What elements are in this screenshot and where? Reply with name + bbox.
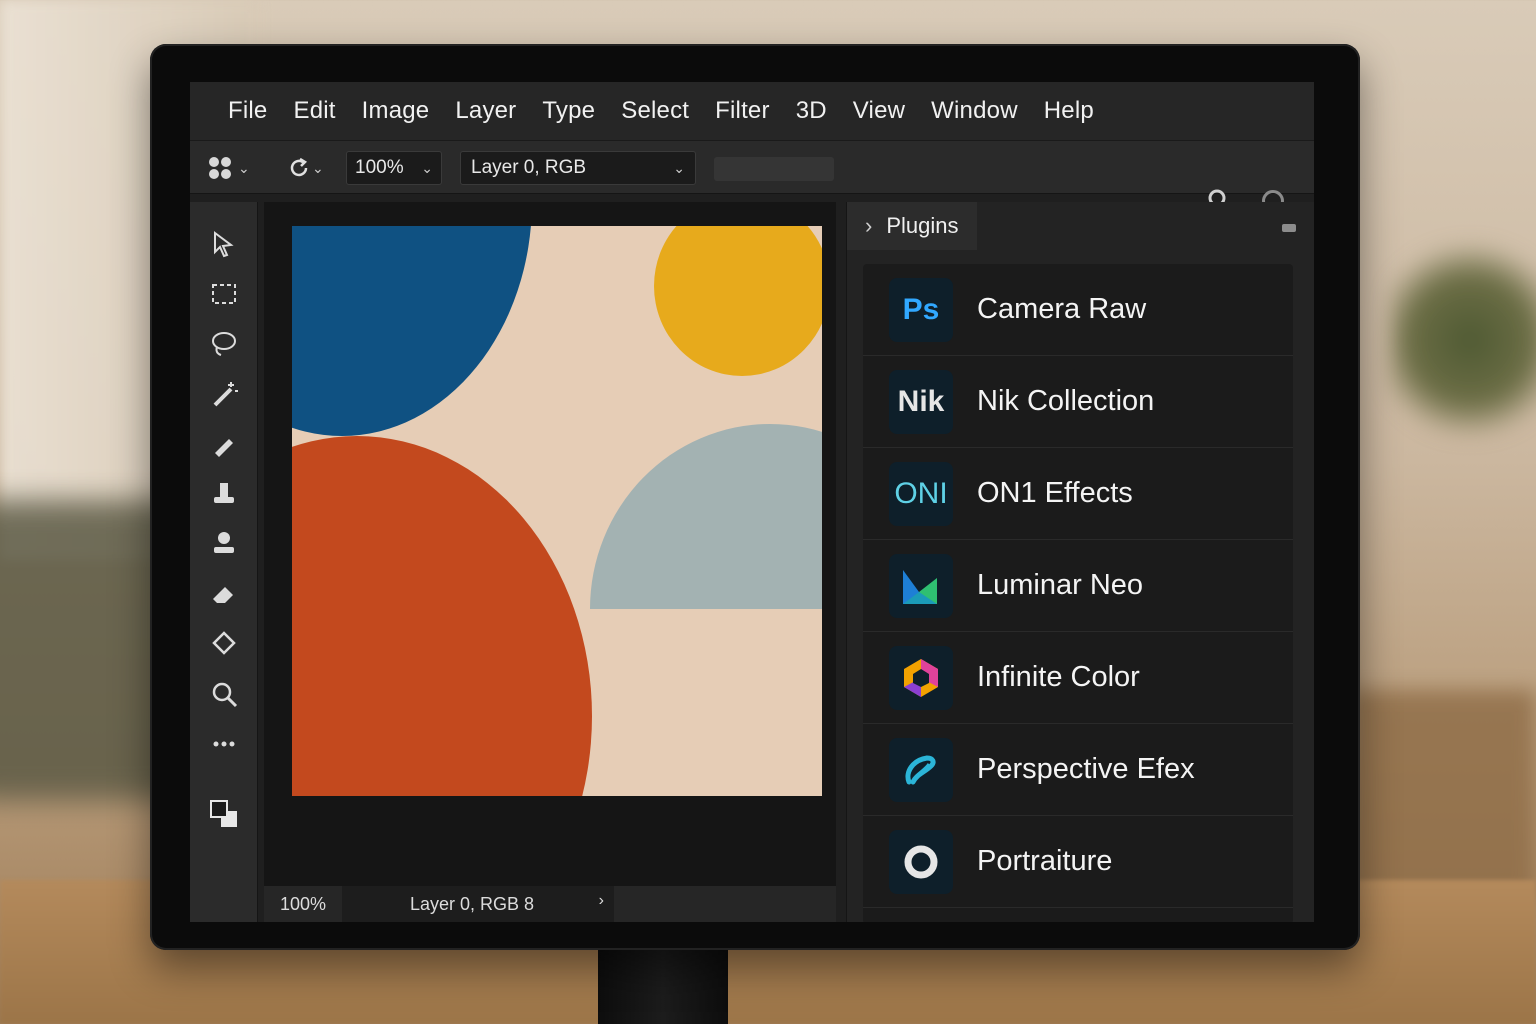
blue-circle-shape <box>292 226 532 436</box>
plugin-item-perspective-efex[interactable]: Perspective Efex <box>863 724 1293 816</box>
menu-image[interactable]: Image <box>362 97 430 125</box>
chevron-down-icon: ⌄ <box>238 159 250 176</box>
lasso-icon <box>212 332 236 356</box>
history-brush-tool[interactable] <box>208 528 240 560</box>
menu-window[interactable]: Window <box>931 97 1018 125</box>
yellow-circle-shape <box>654 226 822 376</box>
plugin-name: Infinite Color <box>977 661 1140 693</box>
monitor: File Edit Image Layer Type Select Filter… <box>150 44 1360 950</box>
tool-preset-picker[interactable]: ⌄ <box>204 151 264 185</box>
plugin-item-on1-effects[interactable]: ONI ON1 Effects <box>863 448 1293 540</box>
plugin-item-portraiture[interactable]: Portraiture <box>863 816 1293 908</box>
zoom-icon <box>212 682 238 708</box>
status-zoom[interactable]: 100% <box>280 894 326 915</box>
perspective-logo-icon <box>905 754 936 784</box>
plugin-list: Ps Camera Raw Nik Nik Collection ONI ON1… <box>863 264 1293 922</box>
eraser-icon <box>213 587 233 603</box>
plugin-item-luminar-neo[interactable]: Luminar Neo <box>863 540 1293 632</box>
paint-bucket-tool[interactable] <box>208 628 240 660</box>
magic-wand-tool[interactable] <box>208 378 240 410</box>
move-tool-icon <box>209 157 231 179</box>
more-icon <box>213 741 235 747</box>
options-slider[interactable] <box>714 157 834 181</box>
menu-type[interactable]: Type <box>542 97 595 125</box>
plugin-name: Nik Collection <box>977 385 1155 417</box>
grey-half-circle-shape <box>590 424 822 609</box>
menu-view[interactable]: View <box>853 97 905 125</box>
zoom-dropdown[interactable]: 100% ⌄ <box>346 151 442 185</box>
menu-edit[interactable]: Edit <box>293 97 335 125</box>
plugin-item-camera-raw[interactable]: Ps Camera Raw <box>863 264 1293 356</box>
arrow-tool-icon <box>214 231 234 258</box>
document-info[interactable]: Layer 0, RGB 8 › <box>342 886 614 922</box>
perspective-efex-icon <box>889 737 953 802</box>
ring-logo-icon <box>904 845 938 878</box>
marquee-icon <box>212 284 236 304</box>
menu-select[interactable]: Select <box>621 97 689 125</box>
menu-help[interactable]: Help <box>1044 97 1094 125</box>
chevron-right-icon: › <box>865 213 873 238</box>
menu-file[interactable]: File <box>228 97 267 125</box>
document-canvas[interactable] <box>292 226 822 796</box>
paint-bucket-icon <box>212 631 236 655</box>
history-stamp-icon <box>214 532 234 553</box>
plugin-name: ON1 Effects <box>977 477 1133 509</box>
plugins-tab-label: Plugins <box>886 213 959 238</box>
document-info-text: Layer 0, RGB 8 <box>410 893 535 914</box>
chevron-down-icon: ⌄ <box>421 159 433 176</box>
eraser-tool[interactable] <box>208 578 240 610</box>
rotate-icon <box>290 157 308 177</box>
photoshop-icon: Ps <box>889 277 953 342</box>
layer-value: Layer 0, RGB <box>471 157 587 178</box>
plugin-name: Perspective Efex <box>977 753 1195 785</box>
chevron-right-icon: › <box>598 892 604 909</box>
plugins-panel: › Plugins Ps Camera Raw Nik Nik Collecti… <box>846 202 1314 922</box>
menu-layer[interactable]: Layer <box>455 97 516 125</box>
options-bar: ⌄ ⌄ 100% ⌄ Layer 0, RGB ⌄ <box>190 140 1314 194</box>
tools-panel <box>190 202 258 922</box>
path-selection-tool[interactable] <box>208 228 240 260</box>
portraiture-icon <box>889 829 953 894</box>
marquee-tool[interactable] <box>208 278 240 310</box>
menu-filter[interactable]: Filter <box>715 97 770 125</box>
orange-circle-shape <box>292 436 592 796</box>
chevron-down-icon: ⌄ <box>312 159 324 176</box>
status-bar: 100% Layer 0, RGB 8 › <box>264 886 836 922</box>
luminar-icon <box>889 553 953 618</box>
background-plant <box>1390 230 1536 450</box>
stamp-tool[interactable] <box>208 478 240 510</box>
menu-bar: File Edit Image Layer Type Select Filter… <box>190 82 1314 140</box>
color-swatches[interactable] <box>208 798 240 830</box>
plugin-item-nik-collection[interactable]: Nik Nik Collection <box>863 356 1293 448</box>
zoom-tool[interactable] <box>208 678 240 710</box>
nik-icon: Nik <box>889 369 953 434</box>
stamp-icon <box>214 483 234 503</box>
zoom-value: 100% <box>355 157 404 178</box>
luminar-logo-icon <box>903 569 937 604</box>
plugin-item-infinite-color[interactable]: Infinite Color <box>863 632 1293 724</box>
brush-icon <box>215 439 233 457</box>
canvas-area <box>264 202 836 892</box>
foreground-background-icon <box>210 800 237 827</box>
background-shelf <box>1350 690 1536 900</box>
plugin-name: Camera Raw <box>977 293 1147 325</box>
menu-3d[interactable]: 3D <box>796 97 827 125</box>
plugin-name: Luminar Neo <box>977 569 1144 601</box>
tab-plugins[interactable]: › Plugins <box>847 202 977 250</box>
hexagon-logo-icon <box>904 658 938 697</box>
lasso-tool[interactable] <box>208 328 240 360</box>
rotate-view-button[interactable]: ⌄ <box>286 151 336 185</box>
panel-menu-icon[interactable] <box>1282 224 1296 232</box>
magic-wand-icon <box>213 382 238 407</box>
plugin-name: Portraiture <box>977 845 1113 877</box>
more-tools-button[interactable] <box>208 728 240 760</box>
infinite-color-icon <box>889 645 953 710</box>
chevron-down-icon: ⌄ <box>673 159 685 176</box>
brush-tool[interactable] <box>208 428 240 460</box>
layer-dropdown[interactable]: Layer 0, RGB ⌄ <box>460 151 696 185</box>
on1-icon: ONI <box>889 461 953 526</box>
app-window: File Edit Image Layer Type Select Filter… <box>190 82 1314 922</box>
